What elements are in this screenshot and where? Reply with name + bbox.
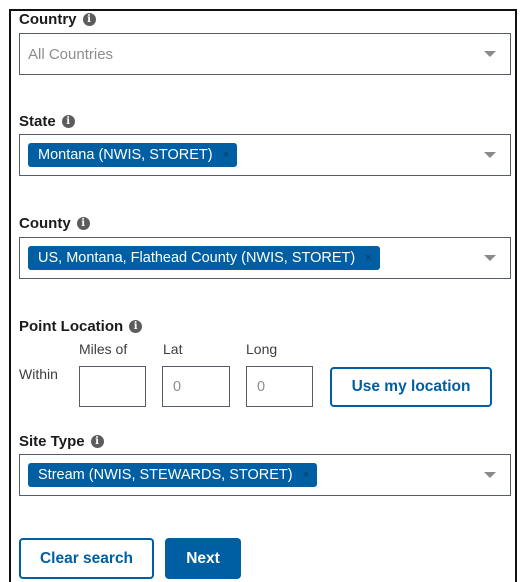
state-chip: Montana (NWIS, STORET) × (28, 143, 238, 167)
long-input[interactable]: 0 (246, 366, 313, 407)
state-label-text: State (19, 113, 56, 130)
site-type-chip: Stream (NWIS, STEWARDS, STORET) × (28, 463, 318, 487)
lat-input[interactable]: 0 (162, 366, 230, 407)
use-my-location-button[interactable]: Use my location (330, 367, 492, 407)
county-select[interactable]: US, Montana, Flathead County (NWIS, STOR… (19, 237, 511, 279)
long-label: Long (246, 341, 278, 357)
info-icon[interactable]: i (61, 115, 75, 128)
site-type-chip-label: Stream (NWIS, STEWARDS, STORET) (38, 467, 293, 483)
point-location-label: Point Location i (19, 318, 143, 335)
state-chip-label: Montana (NWIS, STORET) (38, 147, 213, 163)
site-type-label: Site Type i (19, 433, 104, 450)
county-label: County i (19, 215, 90, 232)
country-label: Country i (19, 11, 96, 28)
info-icon[interactable]: i (90, 435, 104, 448)
country-select[interactable]: All Countries (19, 33, 511, 75)
clear-search-button[interactable]: Clear search (19, 538, 154, 579)
state-label: State i (19, 113, 75, 130)
point-location-label-text: Point Location (19, 318, 124, 335)
lat-label: Lat (163, 341, 183, 357)
chevron-down-icon[interactable] (484, 255, 496, 261)
county-chip: US, Montana, Flathead County (NWIS, STOR… (28, 246, 380, 270)
county-chip-label: US, Montana, Flathead County (NWIS, STOR… (38, 250, 356, 266)
country-placeholder: All Countries (28, 45, 114, 63)
state-select[interactable]: Montana (NWIS, STORET) × (19, 134, 511, 176)
site-type-select[interactable]: Stream (NWIS, STEWARDS, STORET) × (19, 454, 511, 496)
chevron-down-icon[interactable] (484, 472, 496, 478)
close-icon[interactable]: × (365, 252, 371, 264)
close-icon[interactable]: × (303, 469, 309, 481)
within-label: Within (19, 366, 58, 382)
info-icon[interactable]: i (76, 217, 90, 230)
next-button[interactable]: Next (165, 538, 241, 579)
chevron-down-icon[interactable] (484, 152, 496, 158)
county-label-text: County (19, 215, 71, 232)
chevron-down-icon[interactable] (484, 51, 496, 57)
site-type-label-text: Site Type (19, 433, 85, 450)
close-icon[interactable]: × (223, 149, 229, 161)
country-label-text: Country (19, 11, 77, 28)
miles-input[interactable] (79, 366, 146, 407)
form-panel (9, 9, 517, 582)
miles-label: Miles of (79, 341, 128, 357)
info-icon[interactable]: i (129, 320, 143, 333)
info-icon[interactable]: i (82, 13, 96, 26)
